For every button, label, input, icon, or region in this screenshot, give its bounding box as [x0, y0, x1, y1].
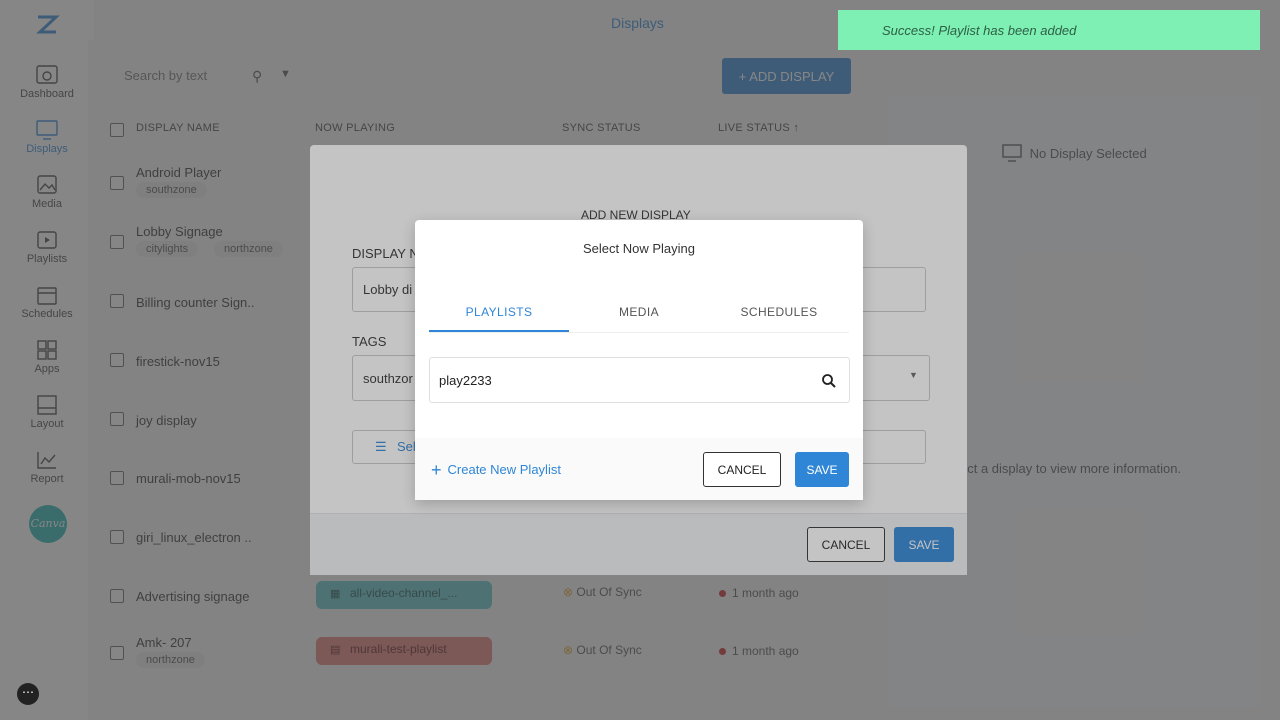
success-toast: Success! Playlist has been added [838, 10, 1260, 50]
create-new-playlist-label: Create New Playlist [447, 462, 561, 477]
active-tab-indicator [429, 330, 569, 332]
select-now-playing-dialog: Select Now Playing PLAYLISTS MEDIA SCHED… [415, 220, 863, 500]
plus-icon: + [431, 460, 442, 480]
dialog-title: Select Now Playing [583, 241, 695, 256]
search-icon[interactable] [821, 373, 837, 389]
playlist-search-bar [429, 357, 850, 403]
tab-media[interactable]: MEDIA [569, 305, 709, 319]
playlist-search-input[interactable] [439, 373, 799, 388]
tab-divider [429, 332, 849, 333]
toast-message: Success! Playlist has been added [882, 23, 1077, 38]
tab-playlists[interactable]: PLAYLISTS [429, 305, 569, 319]
create-new-playlist-link[interactable]: + Create New Playlist [431, 460, 561, 481]
tab-schedules[interactable]: SCHEDULES [709, 305, 849, 319]
cancel-button[interactable]: CANCEL [703, 452, 781, 487]
chat-icon[interactable]: ⋯ [17, 683, 39, 705]
save-button[interactable]: SAVE [795, 452, 849, 487]
